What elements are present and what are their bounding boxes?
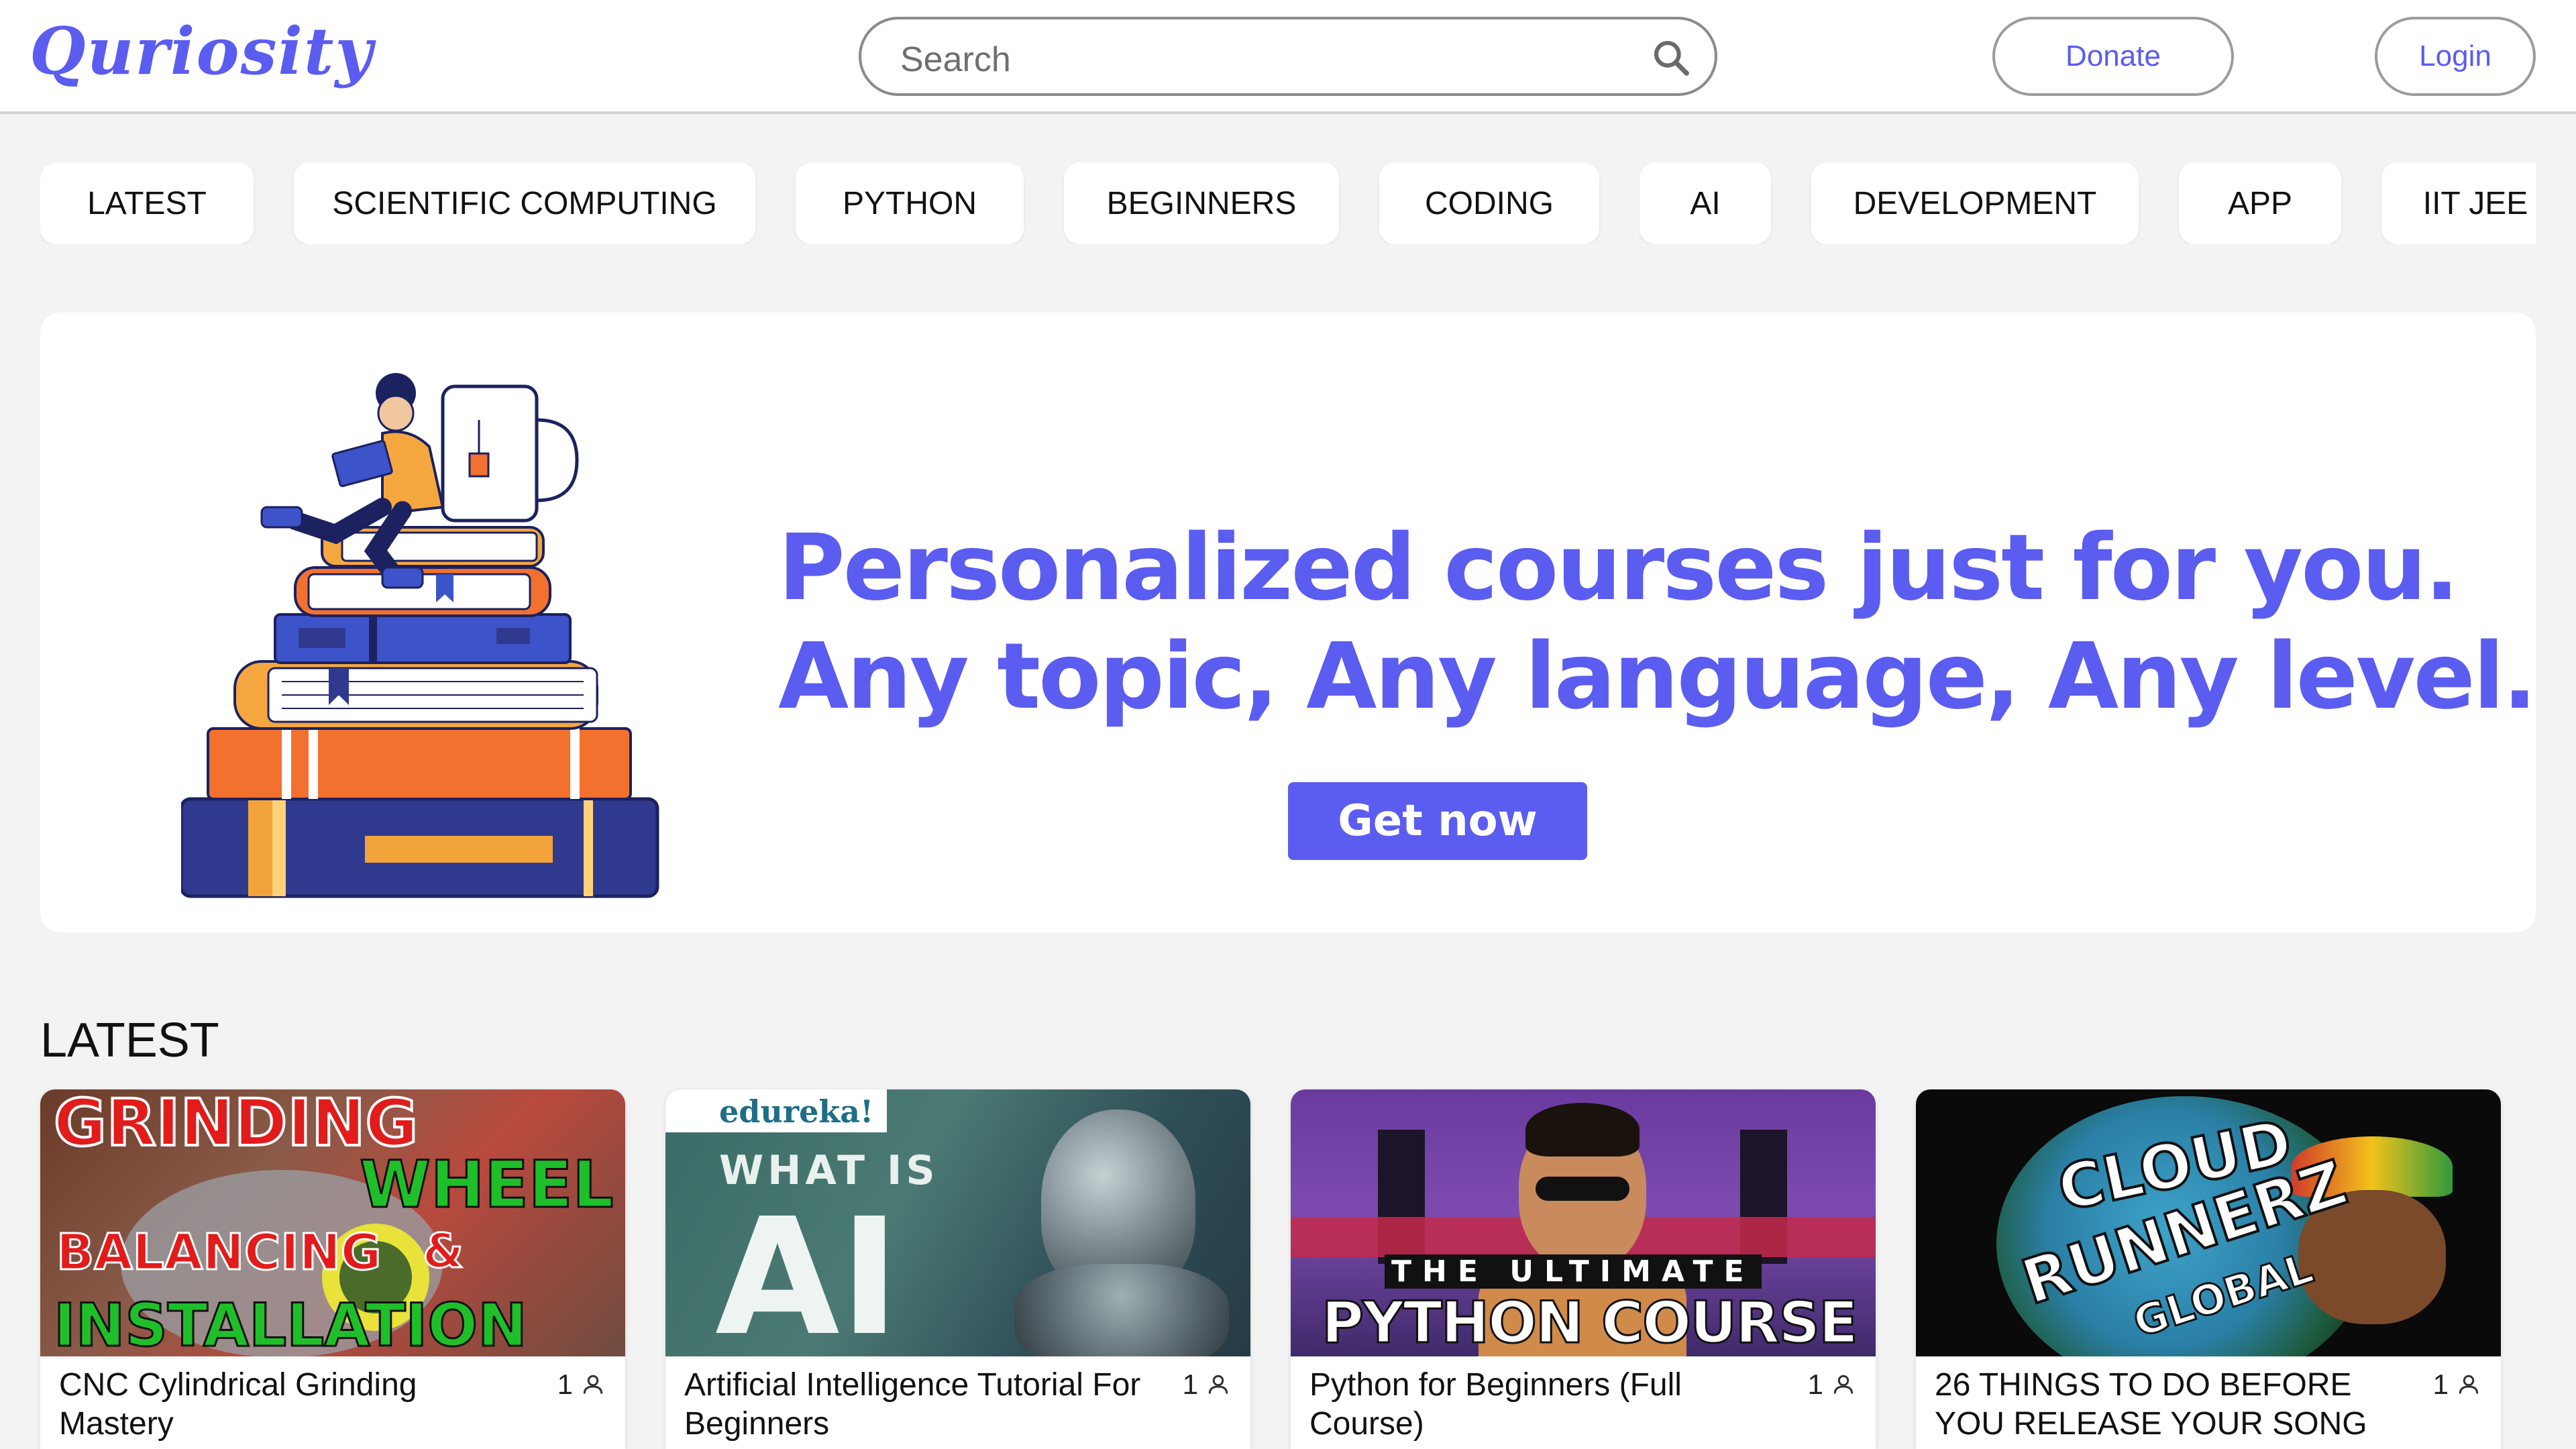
thumb-text: PYTHON COURSE	[1321, 1289, 1860, 1357]
enrollment-count-value: 1	[2432, 1368, 2449, 1400]
tag-python[interactable]: PYTHON	[796, 162, 1024, 244]
course-card[interactable]: CLOUD RUNNERZ GLOBAL 26 THINGS TO DO BEF…	[1916, 1089, 2501, 1449]
tag-iit-jee[interactable]: IIT JEE	[2381, 162, 2536, 244]
enrollment-count-value: 1	[1807, 1368, 1823, 1400]
donate-button[interactable]: Donate	[1992, 17, 2234, 96]
search-input[interactable]: Search	[900, 40, 1011, 80]
thumb-text: THE ULTIMATE	[1385, 1254, 1762, 1289]
tag-latest[interactable]: LATEST	[40, 162, 254, 244]
course-title[interactable]: Python for Beginners (Full Course)	[1309, 1366, 1779, 1444]
enrollment-count: 1	[2433, 1368, 2481, 1401]
tag-beginners[interactable]: BEGINNERS	[1064, 162, 1339, 244]
thumb-text: AI	[715, 1183, 900, 1356]
enrollment-count: 1	[1183, 1368, 1230, 1401]
user-icon	[1208, 1375, 1228, 1394]
tag-ai[interactable]: AI	[1640, 162, 1771, 244]
thumb-text: BALANCING	[56, 1223, 383, 1283]
section-title-latest: LATEST	[40, 1014, 219, 1067]
login-button[interactable]: Login	[2375, 17, 2536, 96]
top-bar: Quriosity Search Donate Login	[0, 0, 2576, 114]
search-bar[interactable]: Search	[859, 17, 1717, 96]
thumb-text: edureka!	[719, 1093, 874, 1130]
course-card[interactable]: THE ULTIMATE PYTHON COURSE Python for Be…	[1291, 1089, 1876, 1449]
hero-line-1: Personalized courses just for you.	[778, 515, 2459, 621]
tag-list: LATEST SCIENTIFIC COMPUTING PYTHON BEGIN…	[40, 162, 2536, 244]
course-thumbnail[interactable]: GRINDING WHEEL BALANCING & INSTALLATION	[40, 1089, 625, 1356]
tag-coding[interactable]: CODING	[1379, 162, 1599, 244]
thumb-text: &	[421, 1223, 464, 1280]
hero-banner: Personalized courses just for you. Any t…	[40, 313, 2537, 932]
tag-app[interactable]: APP	[2179, 162, 2341, 244]
user-icon	[2459, 1375, 2479, 1394]
enrollment-count: 1	[1808, 1368, 1856, 1401]
course-title[interactable]: 26 THINGS TO DO BEFORE YOU RELEASE YOUR …	[1935, 1366, 2404, 1449]
hero-line-2: Any topic, Any language, Any level.	[778, 624, 2537, 730]
thumb-text: WHEEL	[359, 1146, 615, 1224]
enrollment-count-value: 1	[1182, 1368, 1198, 1400]
course-title[interactable]: CNC Cylindrical Grinding Mastery	[59, 1366, 529, 1444]
course-thumbnail[interactable]: CLOUD RUNNERZ GLOBAL	[1916, 1089, 2501, 1356]
tag-development[interactable]: DEVELOPMENT	[1811, 162, 2139, 244]
books-reader-illustration	[181, 373, 659, 898]
enrollment-count-value: 1	[557, 1368, 573, 1400]
course-card[interactable]: GRINDING WHEEL BALANCING & INSTALLATION …	[40, 1089, 625, 1449]
course-card[interactable]: edureka! WHAT IS AI Artificial Intellige…	[665, 1089, 1250, 1449]
user-icon	[583, 1375, 603, 1394]
course-thumbnail[interactable]: edureka! WHAT IS AI	[665, 1089, 1250, 1356]
thumb-text: INSTALLATION	[53, 1290, 529, 1357]
enrollment-count: 1	[557, 1368, 605, 1401]
course-thumbnail[interactable]: THE ULTIMATE PYTHON COURSE	[1291, 1089, 1876, 1356]
hero-headline: Personalized courses just for you. Any t…	[778, 514, 2537, 731]
tag-scientific-computing[interactable]: SCIENTIFIC COMPUTING	[294, 162, 755, 244]
get-now-button[interactable]: Get now	[1288, 782, 1587, 860]
course-title[interactable]: Artificial Intelligence Tutorial For Beg…	[684, 1366, 1154, 1444]
logo[interactable]: Quriosity	[30, 13, 374, 89]
search-icon[interactable]	[1650, 37, 1692, 78]
user-icon	[1833, 1375, 1854, 1394]
